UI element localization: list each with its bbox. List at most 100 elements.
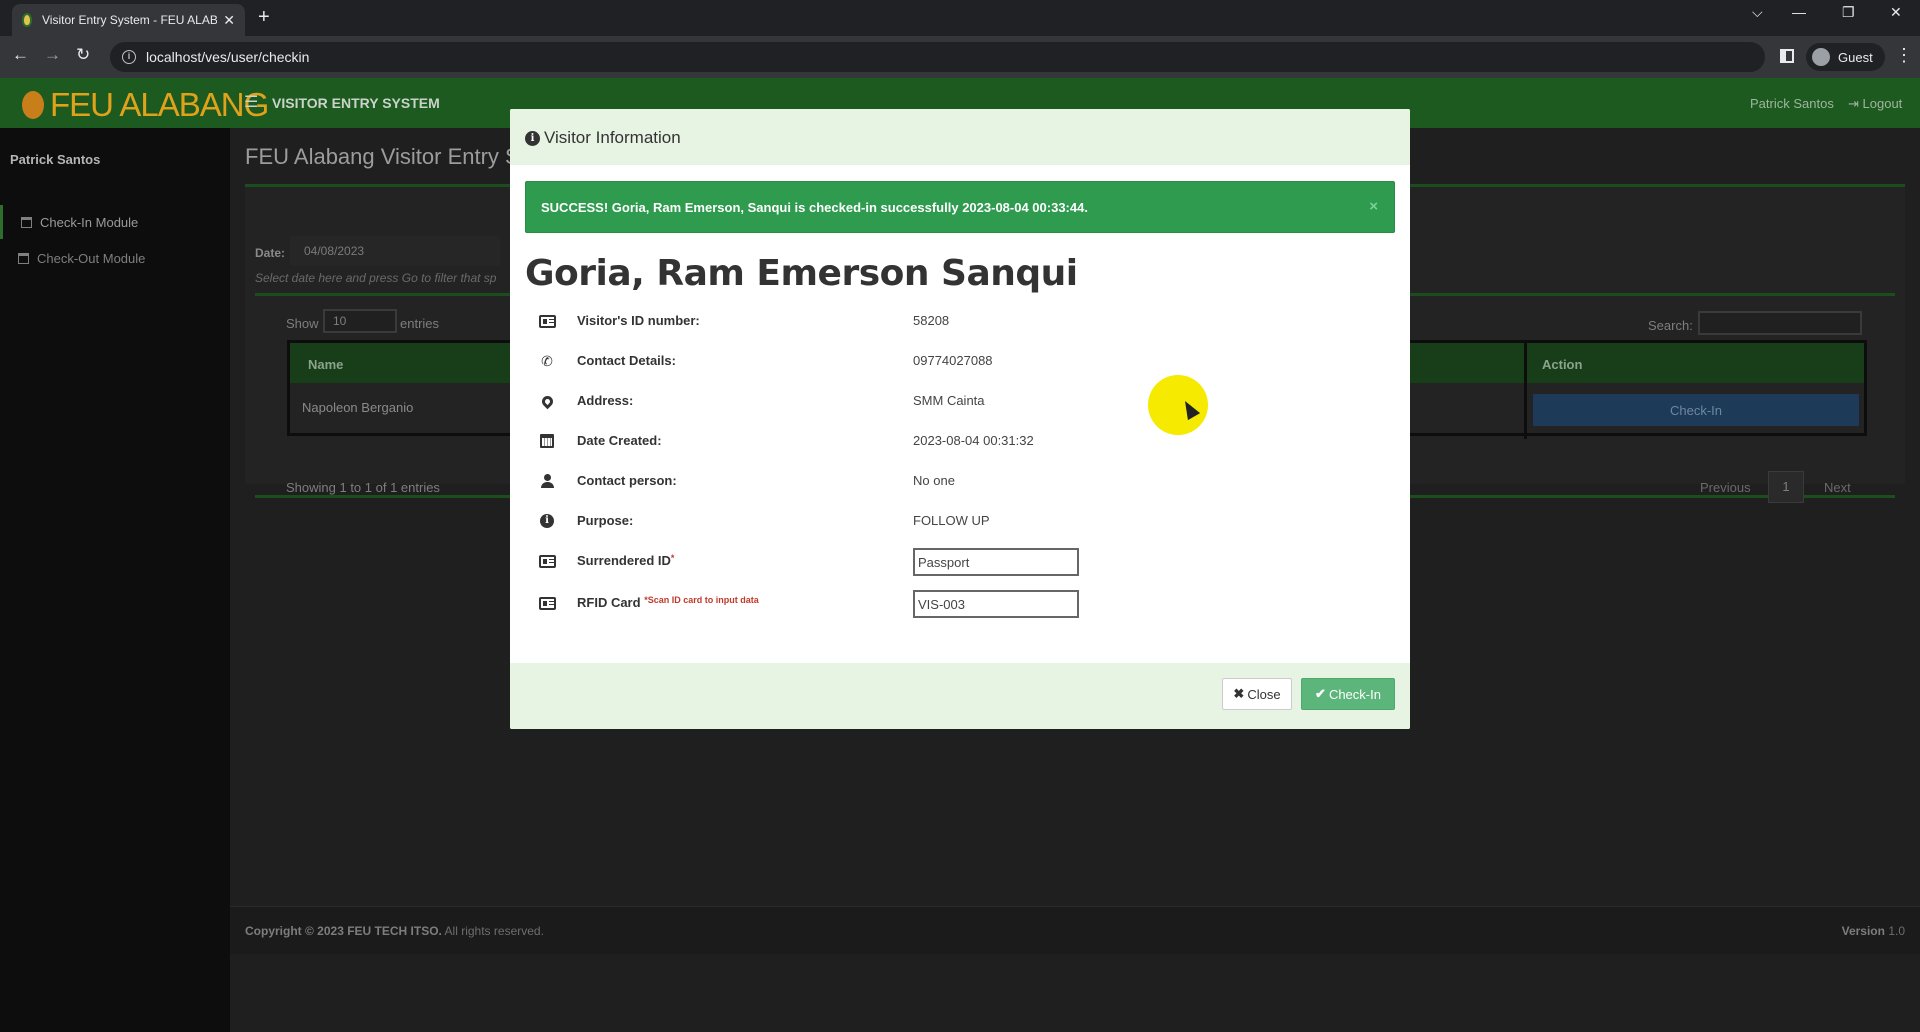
- side-panel-icon[interactable]: [1780, 49, 1794, 63]
- copyright-rest: All rights reserved.: [441, 924, 544, 938]
- modal-title: i Visitor Information: [525, 128, 681, 148]
- field-value: 2023-08-04 00:31:32: [913, 433, 1034, 448]
- field-contact-details: ✆ Contact Details: 09774027088: [525, 351, 1395, 371]
- back-arrow-icon[interactable]: ←: [12, 45, 29, 65]
- sidebar-item-check-in[interactable]: Check-In Module: [0, 205, 230, 239]
- entries-label: entries: [400, 316, 440, 331]
- id-card-icon: [537, 313, 557, 329]
- modal-header: i Visitor Information: [510, 109, 1410, 165]
- tab-close-icon[interactable]: ✕: [223, 12, 235, 29]
- column-header-action[interactable]: Action: [1542, 357, 1582, 372]
- field-value: 09774027088: [913, 353, 993, 368]
- field-purpose: i Purpose: FOLLOW UP: [525, 511, 1395, 531]
- cursor-highlight: [1148, 375, 1208, 435]
- logout-link[interactable]: ⇥ Logout: [1848, 96, 1902, 112]
- pagination-previous[interactable]: Previous: [1700, 480, 1751, 495]
- field-label: Address:: [577, 393, 634, 408]
- field-value: FOLLOW UP: [913, 513, 990, 528]
- profile-label: Guest: [1838, 49, 1873, 65]
- reload-icon[interactable]: ↻: [76, 45, 90, 65]
- url-text: localhost/ves/user/checkin: [146, 49, 310, 65]
- window-close-icon[interactable]: ✕: [1890, 4, 1902, 21]
- version-value: 1.0: [1888, 924, 1905, 938]
- logout-label: Logout: [1862, 96, 1903, 111]
- copyright-text: Copyright © 2023 FEU TECH ITSO. All righ…: [245, 924, 544, 938]
- restore-icon[interactable]: ❐: [1842, 4, 1855, 21]
- pagination-page[interactable]: 1: [1768, 471, 1804, 503]
- field-rfid-card: RFID Card *Scan ID card to input data: [525, 590, 1395, 618]
- version-text: Version 1.0: [1842, 924, 1905, 938]
- browser-tab-bar: Visitor Entry System - FEU ALABA ✕ + ⌵ —…: [0, 0, 1920, 36]
- calendar-icon: [537, 433, 557, 449]
- site-info-icon[interactable]: i: [122, 50, 136, 64]
- forward-arrow-icon[interactable]: →: [44, 45, 61, 65]
- page-title: FEU Alabang Visitor Entry S: [245, 144, 520, 169]
- hamburger-menu-icon[interactable]: ☰: [244, 92, 258, 112]
- rfid-scan-note: *Scan ID card to input data: [644, 595, 759, 605]
- tab-search-icon[interactable]: ⌵: [1752, 4, 1763, 21]
- row-check-in-button[interactable]: Check-In: [1533, 394, 1859, 426]
- field-contact-person: Contact person: No one: [525, 471, 1395, 491]
- visitor-info-modal: i Visitor Information SUCCESS! Goria, Ra…: [510, 109, 1410, 729]
- rfid-card-input[interactable]: [913, 590, 1079, 618]
- success-alert: SUCCESS! Goria, Ram Emerson, Sanqui is c…: [525, 181, 1395, 233]
- pagination-next[interactable]: Next: [1824, 480, 1851, 495]
- close-button[interactable]: ✖ Close: [1222, 678, 1292, 710]
- date-filter-input[interactable]: 04/08/2023: [290, 236, 500, 266]
- check-icon: ✔: [1315, 686, 1326, 701]
- browser-tab[interactable]: Visitor Entry System - FEU ALABA ✕: [12, 4, 245, 36]
- column-divider: [1524, 343, 1527, 439]
- profile-avatar-icon: [1812, 48, 1830, 66]
- page-footer: Copyright © 2023 FEU TECH ITSO. All righ…: [230, 906, 1920, 954]
- visitor-name: Goria, Ram Emerson Sanqui: [525, 253, 1078, 294]
- info-circle-icon: i: [537, 513, 557, 529]
- site-favicon-icon: [22, 13, 32, 27]
- alert-close-icon[interactable]: ×: [1369, 198, 1378, 215]
- modal-title-text: Visitor Information: [544, 128, 681, 147]
- profile-button[interactable]: Guest: [1806, 43, 1885, 71]
- show-label: Show: [286, 316, 319, 331]
- modal-footer: ✖ Close ✔ Check-In: [510, 663, 1410, 729]
- field-visitor-id: Visitor's ID number: 58208: [525, 311, 1395, 331]
- field-value: SMM Cainta: [913, 393, 985, 408]
- header-user-name[interactable]: Patrick Santos: [1750, 96, 1834, 111]
- brand-logo[interactable]: FEU ALABANG: [22, 86, 269, 124]
- version-label: Version: [1841, 924, 1885, 938]
- new-tab-button[interactable]: +: [258, 6, 270, 29]
- search-input[interactable]: [1698, 311, 1862, 335]
- phone-icon: ✆: [541, 352, 553, 369]
- check-in-button[interactable]: ✔ Check-In: [1301, 678, 1395, 710]
- id-card-icon: [537, 553, 557, 569]
- minimize-icon[interactable]: —: [1792, 4, 1806, 20]
- field-label: Surrendered ID*: [577, 553, 674, 568]
- field-label: Contact person:: [577, 473, 677, 488]
- browser-toolbar: ← → ↻ i localhost/ves/user/checkin Guest…: [0, 36, 1920, 78]
- date-label: Date:: [255, 246, 286, 260]
- alert-text: SUCCESS! Goria, Ram Emerson, Sanqui is c…: [541, 200, 1088, 215]
- system-name: VISITOR ENTRY SYSTEM: [272, 95, 440, 111]
- rfid-label: RFID Card: [577, 595, 641, 610]
- sidebar-item-label: Check-Out Module: [37, 250, 146, 266]
- field-label: Contact Details:: [577, 353, 676, 368]
- id-card-icon: [537, 595, 557, 611]
- calendar-icon: [18, 252, 29, 264]
- column-header-name[interactable]: Name: [308, 357, 343, 372]
- surrendered-id-input[interactable]: [913, 548, 1079, 576]
- sidebar-item-check-out[interactable]: Check-Out Module: [0, 241, 230, 275]
- field-value: 58208: [913, 313, 950, 328]
- field-label: Date Created:: [577, 433, 662, 448]
- field-date-created: Date Created: 2023-08-04 00:31:32: [525, 431, 1395, 451]
- map-marker-icon: [537, 393, 557, 409]
- calendar-icon: [21, 216, 32, 228]
- sidebar-user-name: Patrick Santos: [10, 152, 101, 167]
- browser-menu-icon[interactable]: ⋮: [1895, 45, 1913, 66]
- close-button-label: Close: [1247, 686, 1281, 702]
- sidebar-item-label: Check-In Module: [40, 214, 139, 230]
- search-label: Search:: [1648, 318, 1693, 333]
- entries-per-page-select[interactable]: 10: [323, 309, 397, 333]
- address-bar[interactable]: i localhost/ves/user/checkin: [110, 42, 1765, 72]
- sidebar: Patrick Santos Check-In Module Check-Out…: [0, 128, 230, 1032]
- close-icon: ✖: [1233, 686, 1245, 701]
- check-in-button-label: Check-In: [1328, 686, 1381, 702]
- tab-title: Visitor Entry System - FEU ALABA: [42, 13, 218, 27]
